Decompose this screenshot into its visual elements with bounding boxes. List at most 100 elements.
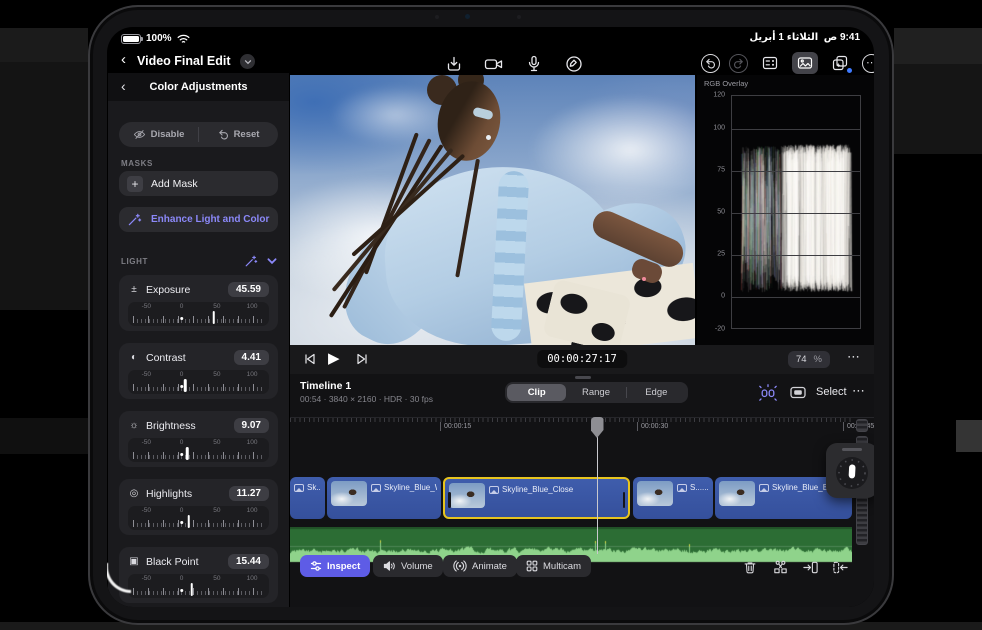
multicam-button[interactable]: Multicam <box>516 555 592 577</box>
timecode-display[interactable]: 00:00:27:17 <box>537 350 627 368</box>
add-mask-button[interactable]: + Add Mask <box>119 171 278 196</box>
playhead-handle[interactable] <box>590 417 604 438</box>
slider-ruler[interactable]: -50 0 50 100 <box>128 506 269 530</box>
light-section-header[interactable]: LIGHT <box>121 254 278 268</box>
timeline-title: Timeline 1 <box>300 380 352 392</box>
slider-zero-dot <box>179 316 184 320</box>
apple-pencil-icon[interactable] <box>561 53 587 75</box>
ruler-label: 100 <box>246 439 258 446</box>
bg-band <box>956 420 982 452</box>
microphone-icon[interactable] <box>521 53 547 75</box>
panel-drag-handle[interactable] <box>575 376 591 379</box>
inspect-button[interactable]: Inspect <box>300 555 371 577</box>
timeline-clip[interactable]: Skyline_Blue_Close <box>443 477 630 519</box>
scope-axis-label: 75 <box>717 166 725 174</box>
slider-zero-dot <box>179 520 184 524</box>
scope-axis-label: 100 <box>713 124 725 132</box>
jog-dial-panel[interactable] <box>826 443 874 498</box>
slider-ruler[interactable]: -50 0 50 100 <box>128 370 269 394</box>
viewer-zoom-control[interactable]: 74% <box>787 351 830 368</box>
slider-handle[interactable] <box>184 379 187 392</box>
slider-handle[interactable] <box>185 447 189 460</box>
slider-value[interactable]: 15.44 <box>227 554 269 569</box>
timeline-ruler-ticks[interactable] <box>290 418 852 422</box>
slider-handle[interactable] <box>212 311 215 324</box>
inspector-icon[interactable] <box>757 52 783 74</box>
next-frame-icon[interactable] <box>355 352 369 366</box>
slider-ruler[interactable]: -50 0 50 100 <box>128 302 269 326</box>
select-button[interactable]: Select <box>816 386 847 398</box>
insert-media-icon[interactable] <box>798 556 822 578</box>
light-wand-icon <box>245 255 258 267</box>
overwrite-media-icon[interactable] <box>828 556 852 578</box>
effects-icon[interactable] <box>827 52 853 74</box>
import-icon[interactable] <box>441 53 467 75</box>
bg-band <box>0 28 88 62</box>
scope-gridline <box>732 213 860 214</box>
slider-value[interactable]: 11.27 <box>228 486 269 501</box>
light-collapse-chevron-icon[interactable] <box>266 255 278 267</box>
reset-icon <box>218 129 228 140</box>
trim-handle-left[interactable] <box>448 492 451 508</box>
slider-handle[interactable] <box>190 583 193 596</box>
slider-icon: ± <box>131 284 137 295</box>
segment-range[interactable]: Range <box>566 384 625 401</box>
project-menu-chevron-icon[interactable] <box>240 54 255 69</box>
camera-icon[interactable] <box>481 53 507 75</box>
slider-value[interactable]: 4.41 <box>233 350 269 365</box>
enhance-button[interactable]: Enhance Light and Color <box>119 207 278 232</box>
jog-dial-icon[interactable] <box>833 454 871 492</box>
timeline-clip[interactable]: Skyline_Blue_Wide <box>327 477 441 519</box>
timeline-more-icon[interactable]: ⋯ <box>852 383 865 399</box>
previous-frame-icon[interactable] <box>303 352 317 366</box>
timeline-clip[interactable]: S...... <box>633 477 713 519</box>
slider-value[interactable]: 9.07 <box>233 418 269 433</box>
volume-button[interactable]: Volume <box>373 555 443 577</box>
media-browser-icon[interactable] <box>792 52 818 74</box>
timeline-clip[interactable]: Sk...... <box>290 477 325 519</box>
bg-band <box>0 62 88 310</box>
panel-back-icon[interactable]: ‹ <box>121 78 126 94</box>
trim-handle-right[interactable] <box>622 492 625 508</box>
ruler-label: 0 <box>179 439 184 446</box>
magnetic-timeline-icon[interactable] <box>758 383 778 402</box>
undo-icon[interactable] <box>701 53 720 73</box>
track-scroll-segment[interactable] <box>856 419 868 432</box>
slider-label: Black Point <box>146 555 199 568</box>
animate-button[interactable]: Animate <box>443 555 517 577</box>
transport-bar: ▶ 00:00:27:17 74% ⋯ <box>290 345 874 374</box>
viewer-more-icon[interactable]: ⋯ <box>847 349 860 365</box>
slider-ruler[interactable]: -50 0 50 100 <box>128 574 269 598</box>
rgb-overlay-scope[interactable]: RGB Overlay 120 100 75 50 25 0 -20 <box>697 75 874 345</box>
ruler-label: 100 <box>246 507 258 514</box>
effects-badge-dot <box>847 68 852 73</box>
jog-drag-handle[interactable] <box>842 448 862 451</box>
split-clip-icon[interactable] <box>768 556 792 578</box>
ruler-label: -50 <box>141 507 152 514</box>
ruler-label: 50 <box>213 439 221 446</box>
delete-clip-icon[interactable] <box>738 556 762 578</box>
clip-name: Skyline_Blue_Close <box>489 485 573 494</box>
segment-edge[interactable]: Edge <box>627 384 686 401</box>
slider-handle[interactable] <box>187 515 191 528</box>
disable-button[interactable]: Disable <box>119 122 198 147</box>
reset-button[interactable]: Reset <box>199 122 278 147</box>
project-title[interactable]: Video Final Edit <box>137 54 231 68</box>
slider-label: Exposure <box>146 283 191 296</box>
slider-ruler[interactable]: -50 0 50 100 <box>128 438 269 462</box>
redo-icon[interactable] <box>729 53 748 73</box>
wifi-icon <box>177 34 190 44</box>
play-icon[interactable]: ▶ <box>328 349 340 367</box>
plus-icon: + <box>127 175 143 192</box>
bezel-camera-dot <box>465 14 470 19</box>
clip-overview-icon[interactable] <box>788 383 808 402</box>
video-preview[interactable] <box>290 75 695 345</box>
more-icon[interactable]: ⋯ <box>862 53 874 73</box>
clip-thumbnail <box>719 481 755 506</box>
panel-header: ‹ Color Adjustments <box>108 73 289 101</box>
ruler-label: -50 <box>141 439 152 446</box>
slider-value[interactable]: 45.59 <box>227 282 269 297</box>
segment-clip[interactable]: Clip <box>507 384 567 401</box>
disable-reset-group: Disable Reset <box>119 122 278 147</box>
back-chevron-icon[interactable]: ‹ <box>121 51 126 68</box>
